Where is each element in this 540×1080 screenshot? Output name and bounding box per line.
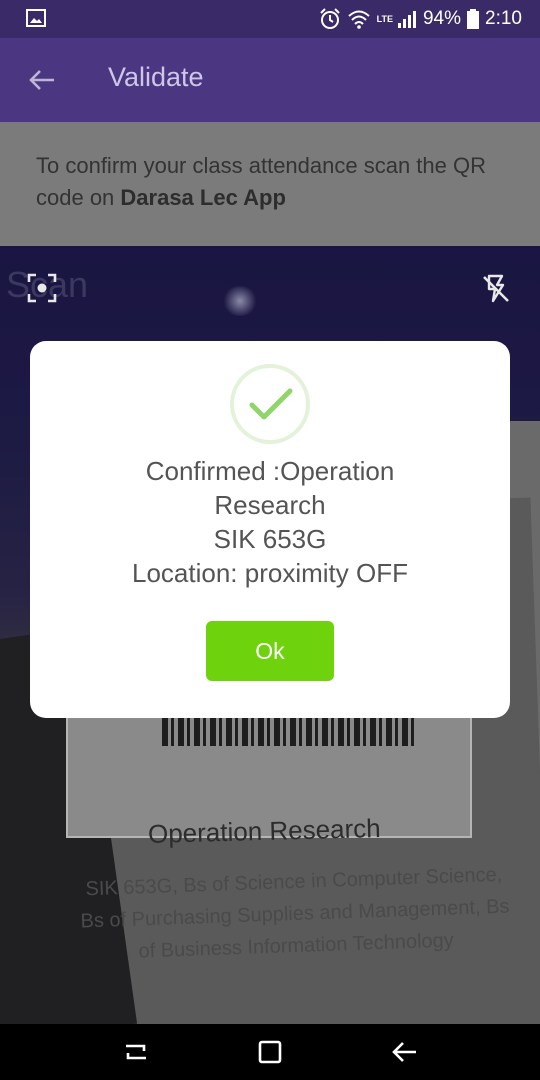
navigation-bar	[0, 1024, 540, 1080]
page-title: Validate	[108, 62, 204, 92]
recents-icon[interactable]	[122, 1038, 150, 1066]
wifi-icon	[347, 10, 370, 29]
image-icon	[26, 9, 46, 27]
course-description: SIK 653G, Bs of Science in Computer Scie…	[80, 863, 510, 963]
app-name: Darasa Lec App	[120, 185, 286, 210]
light-glow	[222, 286, 258, 316]
alarm-icon	[319, 8, 340, 29]
clock: 2:10	[485, 8, 522, 29]
network-type: LTE	[376, 14, 393, 24]
arrow-back-icon[interactable]	[26, 64, 58, 96]
battery-icon	[467, 9, 480, 29]
home-icon[interactable]	[256, 1038, 284, 1066]
back-icon[interactable]	[390, 1038, 418, 1066]
confirmation-dialog: Confirmed :Operation Research SIK 653G L…	[30, 341, 510, 718]
status-bar: LTE 94% 2:10	[0, 0, 540, 38]
course-name: Operation Research	[147, 812, 382, 850]
instruction-banner: To confirm your class attendance scan th…	[0, 122, 540, 246]
success-circle	[230, 364, 310, 444]
app-bar: Validate	[0, 38, 540, 122]
signal-icon	[397, 11, 416, 28]
ok-button[interactable]: Ok	[206, 621, 334, 681]
confirmation-message: Confirmed :Operation Research SIK 653G L…	[132, 456, 408, 588]
focus-icon[interactable]	[26, 272, 58, 304]
battery-percent: 94%	[422, 8, 462, 29]
check-icon	[249, 388, 293, 420]
flash-off-icon[interactable]	[480, 272, 512, 304]
